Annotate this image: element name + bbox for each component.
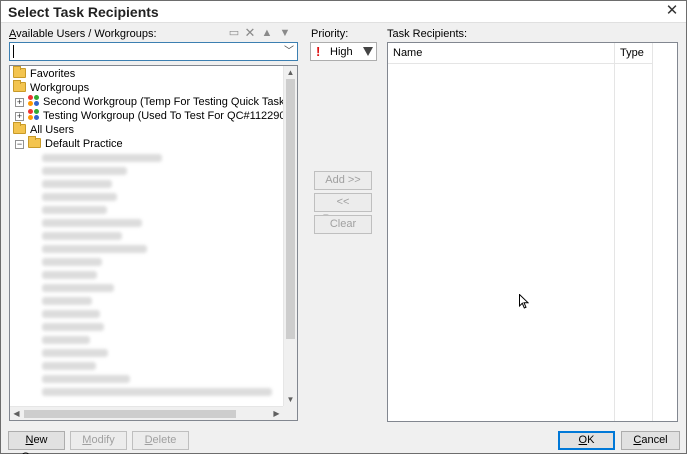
priority-select[interactable]: ! High xyxy=(310,42,377,61)
close-icon[interactable]: ✕ xyxy=(664,3,680,19)
chevron-down-icon[interactable]: ﹀ xyxy=(284,43,294,60)
tree-item-label: Favorites xyxy=(30,68,76,80)
ok-button[interactable]: OK xyxy=(558,431,615,450)
mouse-cursor-icon xyxy=(519,294,529,309)
scroll-thumb[interactable] xyxy=(24,410,236,418)
tree-horizontal-scrollbar[interactable]: ◀ ▶ xyxy=(10,406,283,420)
redacted-user xyxy=(42,206,107,214)
redacted-user xyxy=(42,284,114,292)
scroll-corner xyxy=(283,406,297,420)
tree-item-workgroup-1[interactable]: + Second Workgroup (Temp For Testing Quic… xyxy=(15,95,288,109)
redacted-user xyxy=(42,154,162,162)
modify-button[interactable]: Modify xyxy=(70,431,127,450)
column-divider xyxy=(614,43,615,421)
tree-item-default-practice[interactable]: − Default Practice xyxy=(15,136,123,151)
redacted-user xyxy=(42,271,97,279)
delete-x-icon[interactable]: ✕ xyxy=(243,26,257,39)
redacted-user xyxy=(42,258,102,266)
scroll-down-icon[interactable]: ▼ xyxy=(284,393,297,406)
clear-button[interactable]: Clear xyxy=(314,215,372,234)
redacted-user xyxy=(42,336,90,344)
dialog-window: Select Task Recipients ✕ Available Users… xyxy=(0,0,687,454)
tree-item-favorites[interactable]: Favorites xyxy=(13,66,76,81)
redacted-user xyxy=(42,375,130,383)
priority-flag-icon: ! xyxy=(316,44,321,59)
add-button[interactable]: Add >> xyxy=(314,171,372,190)
expand-icon[interactable]: + xyxy=(15,112,24,121)
workgroup-icon xyxy=(28,109,40,121)
tree-item-label: Second Workgroup (Temp For Testing Quick… xyxy=(43,96,289,108)
priority-label: Priority: xyxy=(311,28,349,40)
redacted-user xyxy=(42,167,127,175)
tree-item-label: All Users xyxy=(30,124,75,136)
title-bar: Select Task Recipients ✕ xyxy=(1,1,686,23)
redacted-user xyxy=(42,349,108,357)
folder-icon xyxy=(13,80,26,92)
collapse-icon[interactable]: − xyxy=(15,140,24,149)
redacted-user xyxy=(42,362,96,370)
workgroup-icon xyxy=(28,95,40,107)
redacted-user xyxy=(42,232,122,240)
cancel-button[interactable]: Cancel xyxy=(621,431,680,450)
redacted-user xyxy=(42,180,112,188)
tree-vertical-scrollbar[interactable]: ▲ ▼ xyxy=(283,66,297,406)
recipients-grid[interactable]: Name Type xyxy=(387,42,678,422)
tree-item-label: Default Practice xyxy=(45,138,123,150)
scroll-up-icon[interactable]: ▲ xyxy=(284,66,297,79)
redacted-user xyxy=(42,219,142,227)
scroll-left-icon[interactable]: ◀ xyxy=(10,407,23,420)
delete-button[interactable]: Delete xyxy=(132,431,189,450)
column-header-type[interactable]: Type xyxy=(620,47,644,59)
search-combo[interactable]: ﹀ xyxy=(9,42,298,61)
new-group-button[interactable]: New Group xyxy=(8,431,65,454)
priority-value: High xyxy=(330,46,353,58)
available-users-label: Available Users / Workgroups: xyxy=(9,28,157,40)
redacted-user xyxy=(42,323,104,331)
redacted-user xyxy=(42,388,272,396)
redacted-user xyxy=(42,193,117,201)
new-folder-icon[interactable]: ▭ xyxy=(227,27,241,39)
folder-icon xyxy=(13,66,26,78)
scroll-right-icon[interactable]: ▶ xyxy=(270,407,283,420)
window-title: Select Task Recipients xyxy=(8,4,159,20)
scroll-thumb[interactable] xyxy=(286,79,295,339)
column-header-name[interactable]: Name xyxy=(393,47,422,59)
expand-icon[interactable]: + xyxy=(15,98,24,107)
redacted-user xyxy=(42,297,92,305)
remove-button[interactable]: << Remove xyxy=(314,193,372,225)
users-tree[interactable]: Favorites Workgroups + Second Workgroup (… xyxy=(9,65,298,421)
text-caret xyxy=(13,45,14,58)
tree-item-workgroup-2[interactable]: + Testing Workgroup (Used To Test For QC#… xyxy=(15,109,289,123)
tree-item-workgroups[interactable]: Workgroups xyxy=(13,80,90,95)
redacted-user xyxy=(42,245,147,253)
tree-item-all-users[interactable]: All Users xyxy=(13,122,75,137)
task-recipients-label: Task Recipients: xyxy=(387,28,468,40)
tree-item-label: Workgroups xyxy=(30,82,90,94)
redacted-user xyxy=(42,310,100,318)
arrow-up-icon[interactable]: ▲ xyxy=(260,27,274,39)
folder-icon xyxy=(13,122,26,134)
grid-scroll-area xyxy=(652,43,677,421)
dropdown-triangle-icon[interactable] xyxy=(363,47,373,56)
folder-icon xyxy=(28,136,41,148)
arrow-down-icon[interactable]: ▼ xyxy=(278,27,292,39)
tree-item-label: Testing Workgroup (Used To Test For QC#1… xyxy=(43,110,290,122)
